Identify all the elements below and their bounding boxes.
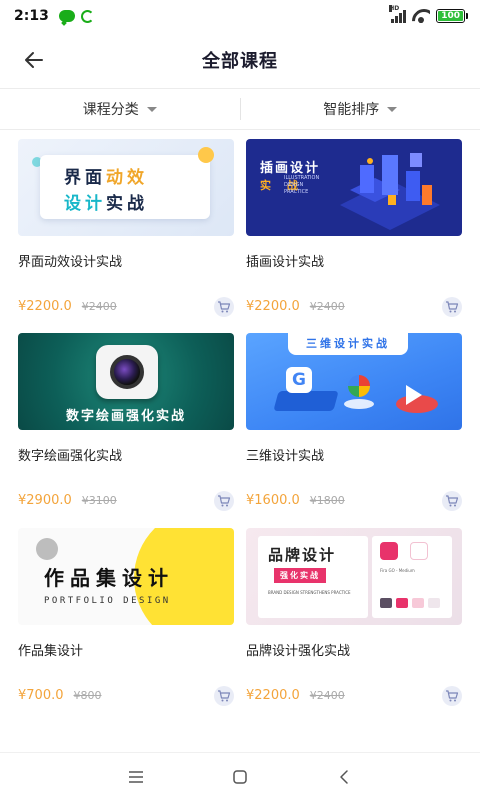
signal-icon: HD — [389, 5, 407, 23]
status-right-icons: HD 100 — [389, 5, 468, 23]
thumb-small-text: ILLUSTRATION DESIGN PRACTICE — [284, 175, 320, 195]
home-icon — [233, 769, 247, 784]
thumb-small-text: BRAND DESIGN STRENGTHENS PRACTICE — [268, 590, 351, 595]
cart-icon — [218, 495, 231, 507]
course-thumbnail: 数字绘画强化实战 — [18, 333, 234, 430]
course-title: 品牌设计强化实战 — [246, 644, 351, 659]
menu-icon — [129, 770, 143, 783]
course-price: ¥2200.0 — [18, 299, 72, 314]
thumb-text: 作品集设计 — [44, 566, 174, 590]
course-old-price: ¥1800 — [309, 494, 345, 507]
back-icon — [340, 769, 348, 784]
price-row: ¥2200.0 ¥2400 — [246, 688, 345, 703]
pinwheel-illustration — [348, 375, 370, 397]
status-bar: 2:13 HD 100 — [0, 0, 480, 32]
thumb-text: 数字绘画强化实战 — [65, 409, 186, 424]
price-row: ¥2200.0 ¥2400 — [18, 299, 117, 314]
cart-icon — [218, 301, 231, 313]
course-thumbnail: 插画设计 实 战 ILLUSTRATION DESIGN PRACTICE — [246, 139, 462, 236]
course-price: ¥2200.0 — [246, 688, 300, 703]
caret-down-icon — [387, 106, 398, 112]
sort-filter-label: 智能排序 — [323, 102, 380, 118]
thumb-text: 界面 — [64, 168, 106, 188]
course-card[interactable]: 品牌设计 强化实战 BRAND DESIGN STRENGTHENS PRACT… — [246, 528, 462, 708]
thumb-text: PORTFOLIO DESIGN — [44, 596, 171, 606]
course-card[interactable]: 界面动效 设计实战 界面动效设计实战 ¥2200.0 ¥2400 — [18, 139, 234, 319]
thumb-text: 设计 — [64, 194, 106, 214]
system-back-button[interactable] — [332, 765, 356, 789]
add-to-cart-button[interactable] — [442, 491, 462, 511]
page-title: 全部课程 — [202, 51, 278, 72]
course-title: 界面动效设计实战 — [18, 255, 123, 270]
google-logo: G — [286, 367, 312, 393]
cart-icon — [446, 690, 459, 702]
thumb-text: 插画设计 — [260, 161, 321, 176]
thumb-text: 品牌设计 — [268, 546, 337, 564]
course-card[interactable]: 数字绘画强化实战 数字绘画强化实战 ¥2900.0 ¥3100 — [18, 333, 234, 513]
thumb-text: 动效 — [106, 168, 148, 188]
course-title: 作品集设计 — [18, 644, 84, 659]
course-thumbnail: 界面动效 设计实战 — [18, 139, 234, 236]
system-nav-bar — [0, 752, 480, 800]
sort-filter[interactable]: 智能排序 — [241, 89, 480, 129]
back-button[interactable] — [20, 46, 48, 74]
add-to-cart-button[interactable] — [442, 686, 462, 706]
course-thumbnail: 品牌设计 强化实战 BRAND DESIGN STRENGTHENS PRACT… — [246, 528, 462, 625]
filter-bar: 课程分类 智能排序 — [0, 88, 480, 130]
course-price: ¥2900.0 — [18, 493, 72, 508]
category-filter-label: 课程分类 — [82, 102, 139, 118]
battery-icon: 100 — [436, 9, 468, 23]
course-price: ¥2200.0 — [246, 299, 300, 314]
add-to-cart-button[interactable] — [214, 686, 234, 706]
course-old-price: ¥2400 — [309, 689, 345, 702]
caret-down-icon — [146, 106, 157, 112]
course-thumbnail: 三维设计实战 G — [246, 333, 462, 430]
add-to-cart-button[interactable] — [442, 297, 462, 317]
wechat-icon — [58, 10, 75, 22]
price-row: ¥1600.0 ¥1800 — [246, 493, 345, 508]
course-old-price: ¥800 — [73, 689, 102, 702]
course-price: ¥700.0 — [18, 688, 64, 703]
play-icon — [406, 385, 422, 405]
status-time: 2:13 — [14, 8, 49, 24]
cart-icon — [446, 301, 459, 313]
add-to-cart-button[interactable] — [214, 297, 234, 317]
arrow-left-icon — [25, 52, 43, 68]
course-old-price: ¥3100 — [81, 494, 117, 507]
price-row: ¥2200.0 ¥2400 — [246, 299, 345, 314]
course-card[interactable]: 作品集设计 PORTFOLIO DESIGN 作品集设计 ¥700.0 ¥800 — [18, 528, 234, 708]
thumb-text: 三维设计实战 — [306, 337, 390, 350]
course-card[interactable]: 三维设计实战 G 三维设计实战 ¥1600.0 ¥1800 — [246, 333, 462, 513]
course-title: 三维设计实战 — [246, 449, 325, 464]
header: 全部课程 — [0, 32, 480, 88]
status-left-icons — [58, 9, 94, 23]
course-price: ¥1600.0 — [246, 493, 300, 508]
cart-icon — [446, 495, 459, 507]
wifi-icon — [412, 9, 430, 23]
course-title: 数字绘画强化实战 — [18, 449, 123, 464]
thumb-small-text: Fira GO - Medium — [380, 568, 415, 573]
price-row: ¥700.0 ¥800 — [18, 688, 102, 703]
thumb-text: 实战 — [106, 194, 148, 214]
course-title: 插画设计实战 — [246, 255, 325, 270]
isometric-illustration — [340, 153, 440, 230]
course-card[interactable]: 插画设计 实 战 ILLUSTRATION DESIGN PRACTICE 插画… — [246, 139, 462, 319]
recent-apps-button[interactable] — [124, 765, 148, 789]
add-to-cart-button[interactable] — [214, 491, 234, 511]
category-filter[interactable]: 课程分类 — [0, 89, 240, 129]
price-row: ¥2900.0 ¥3100 — [18, 493, 117, 508]
home-button[interactable] — [228, 765, 252, 789]
course-old-price: ¥2400 — [81, 300, 117, 313]
battery-level: 100 — [438, 11, 463, 21]
course-old-price: ¥2400 — [309, 300, 345, 313]
course-thumbnail: 作品集设计 PORTFOLIO DESIGN — [18, 528, 234, 625]
thumb-badge: 强化实战 — [274, 568, 326, 583]
cart-icon — [218, 690, 231, 702]
camera-illustration — [96, 345, 158, 399]
sync-icon — [80, 9, 94, 23]
